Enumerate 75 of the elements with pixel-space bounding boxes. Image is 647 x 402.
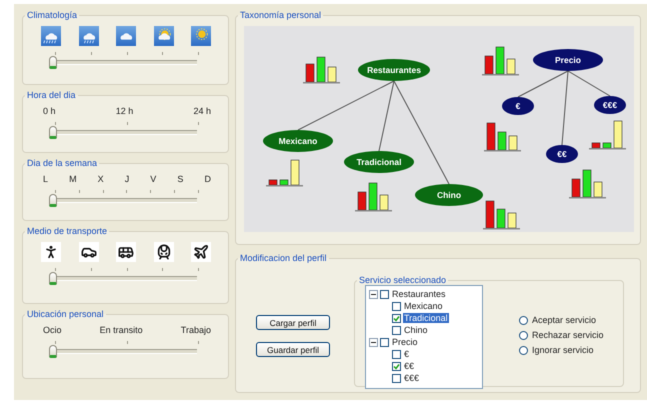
tree-item[interactable]: € xyxy=(403,349,410,359)
category-node[interactable]: €€€ xyxy=(594,96,626,114)
slider-thumb[interactable] xyxy=(49,56,57,69)
category-node[interactable]: Mexicano xyxy=(263,130,333,152)
tree-item[interactable]: Restaurantes xyxy=(391,289,447,299)
radio-label: Ignorar servicio xyxy=(532,345,594,355)
scale-label: S xyxy=(177,174,184,184)
radio-button[interactable] xyxy=(519,330,528,340)
walking-person-icon xyxy=(43,244,59,260)
category-node[interactable]: Restaurantes xyxy=(358,59,430,81)
train-icon xyxy=(156,244,172,260)
slider-thumb[interactable] xyxy=(49,126,57,139)
bar-chart-drawing xyxy=(483,200,520,230)
radio-button[interactable] xyxy=(519,346,528,354)
radio-button[interactable] xyxy=(519,316,528,324)
group-title: Servicio seleccionado xyxy=(358,275,448,285)
checkbox[interactable] xyxy=(392,314,401,322)
checkbox[interactable] xyxy=(392,350,401,358)
bar-chart-drawing xyxy=(569,170,606,198)
slider-thumb[interactable] xyxy=(49,345,57,358)
bar-chart-drawing xyxy=(589,120,626,150)
bar-chart-drawing xyxy=(484,122,521,152)
scale-label: V xyxy=(150,174,156,184)
collapse-icon[interactable] xyxy=(369,338,378,346)
group-title: Climatología xyxy=(26,10,78,20)
category-node[interactable]: Chino xyxy=(415,184,483,206)
bar-chart-drawing xyxy=(482,46,519,76)
group-title: Dia de la semana xyxy=(26,158,98,168)
checkbox[interactable] xyxy=(392,374,401,382)
tree-item[interactable]: Mexicano xyxy=(403,301,444,311)
scale-label: Ocio xyxy=(43,325,62,335)
scale-label: 0 h xyxy=(43,106,56,116)
category-node[interactable]: € xyxy=(502,97,534,115)
collapse-icon[interactable] xyxy=(369,290,378,298)
checkbox[interactable] xyxy=(392,362,401,370)
profile-button[interactable]: Cargar perfil xyxy=(256,315,330,330)
bus-icon xyxy=(118,244,134,260)
checkbox[interactable] xyxy=(392,326,401,334)
bar-chart-drawing xyxy=(355,182,392,212)
category-node[interactable]: Tradicional xyxy=(344,151,414,173)
slider-thumb[interactable] xyxy=(49,194,57,207)
tree-item[interactable]: Chino xyxy=(403,325,429,335)
tree-item[interactable]: Tradicional xyxy=(403,313,449,323)
radio-label: Rechazar servicio xyxy=(532,330,604,340)
scale-label: 12 h xyxy=(116,106,134,116)
radio-option[interactable]: Aceptar servicio xyxy=(519,315,604,325)
group-title: Medio de transporte xyxy=(26,226,108,236)
category-node[interactable]: €€ xyxy=(546,145,578,163)
checkbox[interactable] xyxy=(392,302,401,310)
group-title: Ubicación personal xyxy=(26,309,105,319)
group-title: Hora del dia xyxy=(26,90,77,100)
group-title: Taxonomía personal xyxy=(239,10,322,20)
checkbox[interactable] xyxy=(380,338,389,346)
scale-label: En transito xyxy=(100,325,143,335)
group-title: Modificacion del perfil xyxy=(239,253,328,263)
slider-thumb[interactable] xyxy=(49,272,57,285)
scale-label: J xyxy=(124,174,130,184)
bar-chart-drawing xyxy=(303,56,340,84)
tree-item[interactable]: €€ xyxy=(403,361,416,371)
radio-option[interactable]: Rechazar servicio xyxy=(519,330,604,340)
checkbox[interactable] xyxy=(380,290,389,298)
scale-label: X xyxy=(98,174,104,184)
profile-button[interactable]: Guardar perfil xyxy=(256,342,330,357)
radio-option[interactable]: Ignorar servicio xyxy=(519,345,604,355)
scale-label: D xyxy=(204,174,211,184)
bar-chart-drawing xyxy=(266,160,303,186)
plane-icon xyxy=(193,244,209,260)
scale-label: L xyxy=(43,174,48,184)
scale-label: M xyxy=(69,174,77,184)
tree-item[interactable]: €€€ xyxy=(403,373,420,383)
tree-item[interactable]: Precio xyxy=(391,337,419,347)
radio-label: Aceptar servicio xyxy=(532,315,596,325)
scale-label: Trabajo xyxy=(180,325,211,335)
category-node[interactable]: Precio xyxy=(533,49,603,71)
scale-label: 24 h xyxy=(193,106,211,116)
